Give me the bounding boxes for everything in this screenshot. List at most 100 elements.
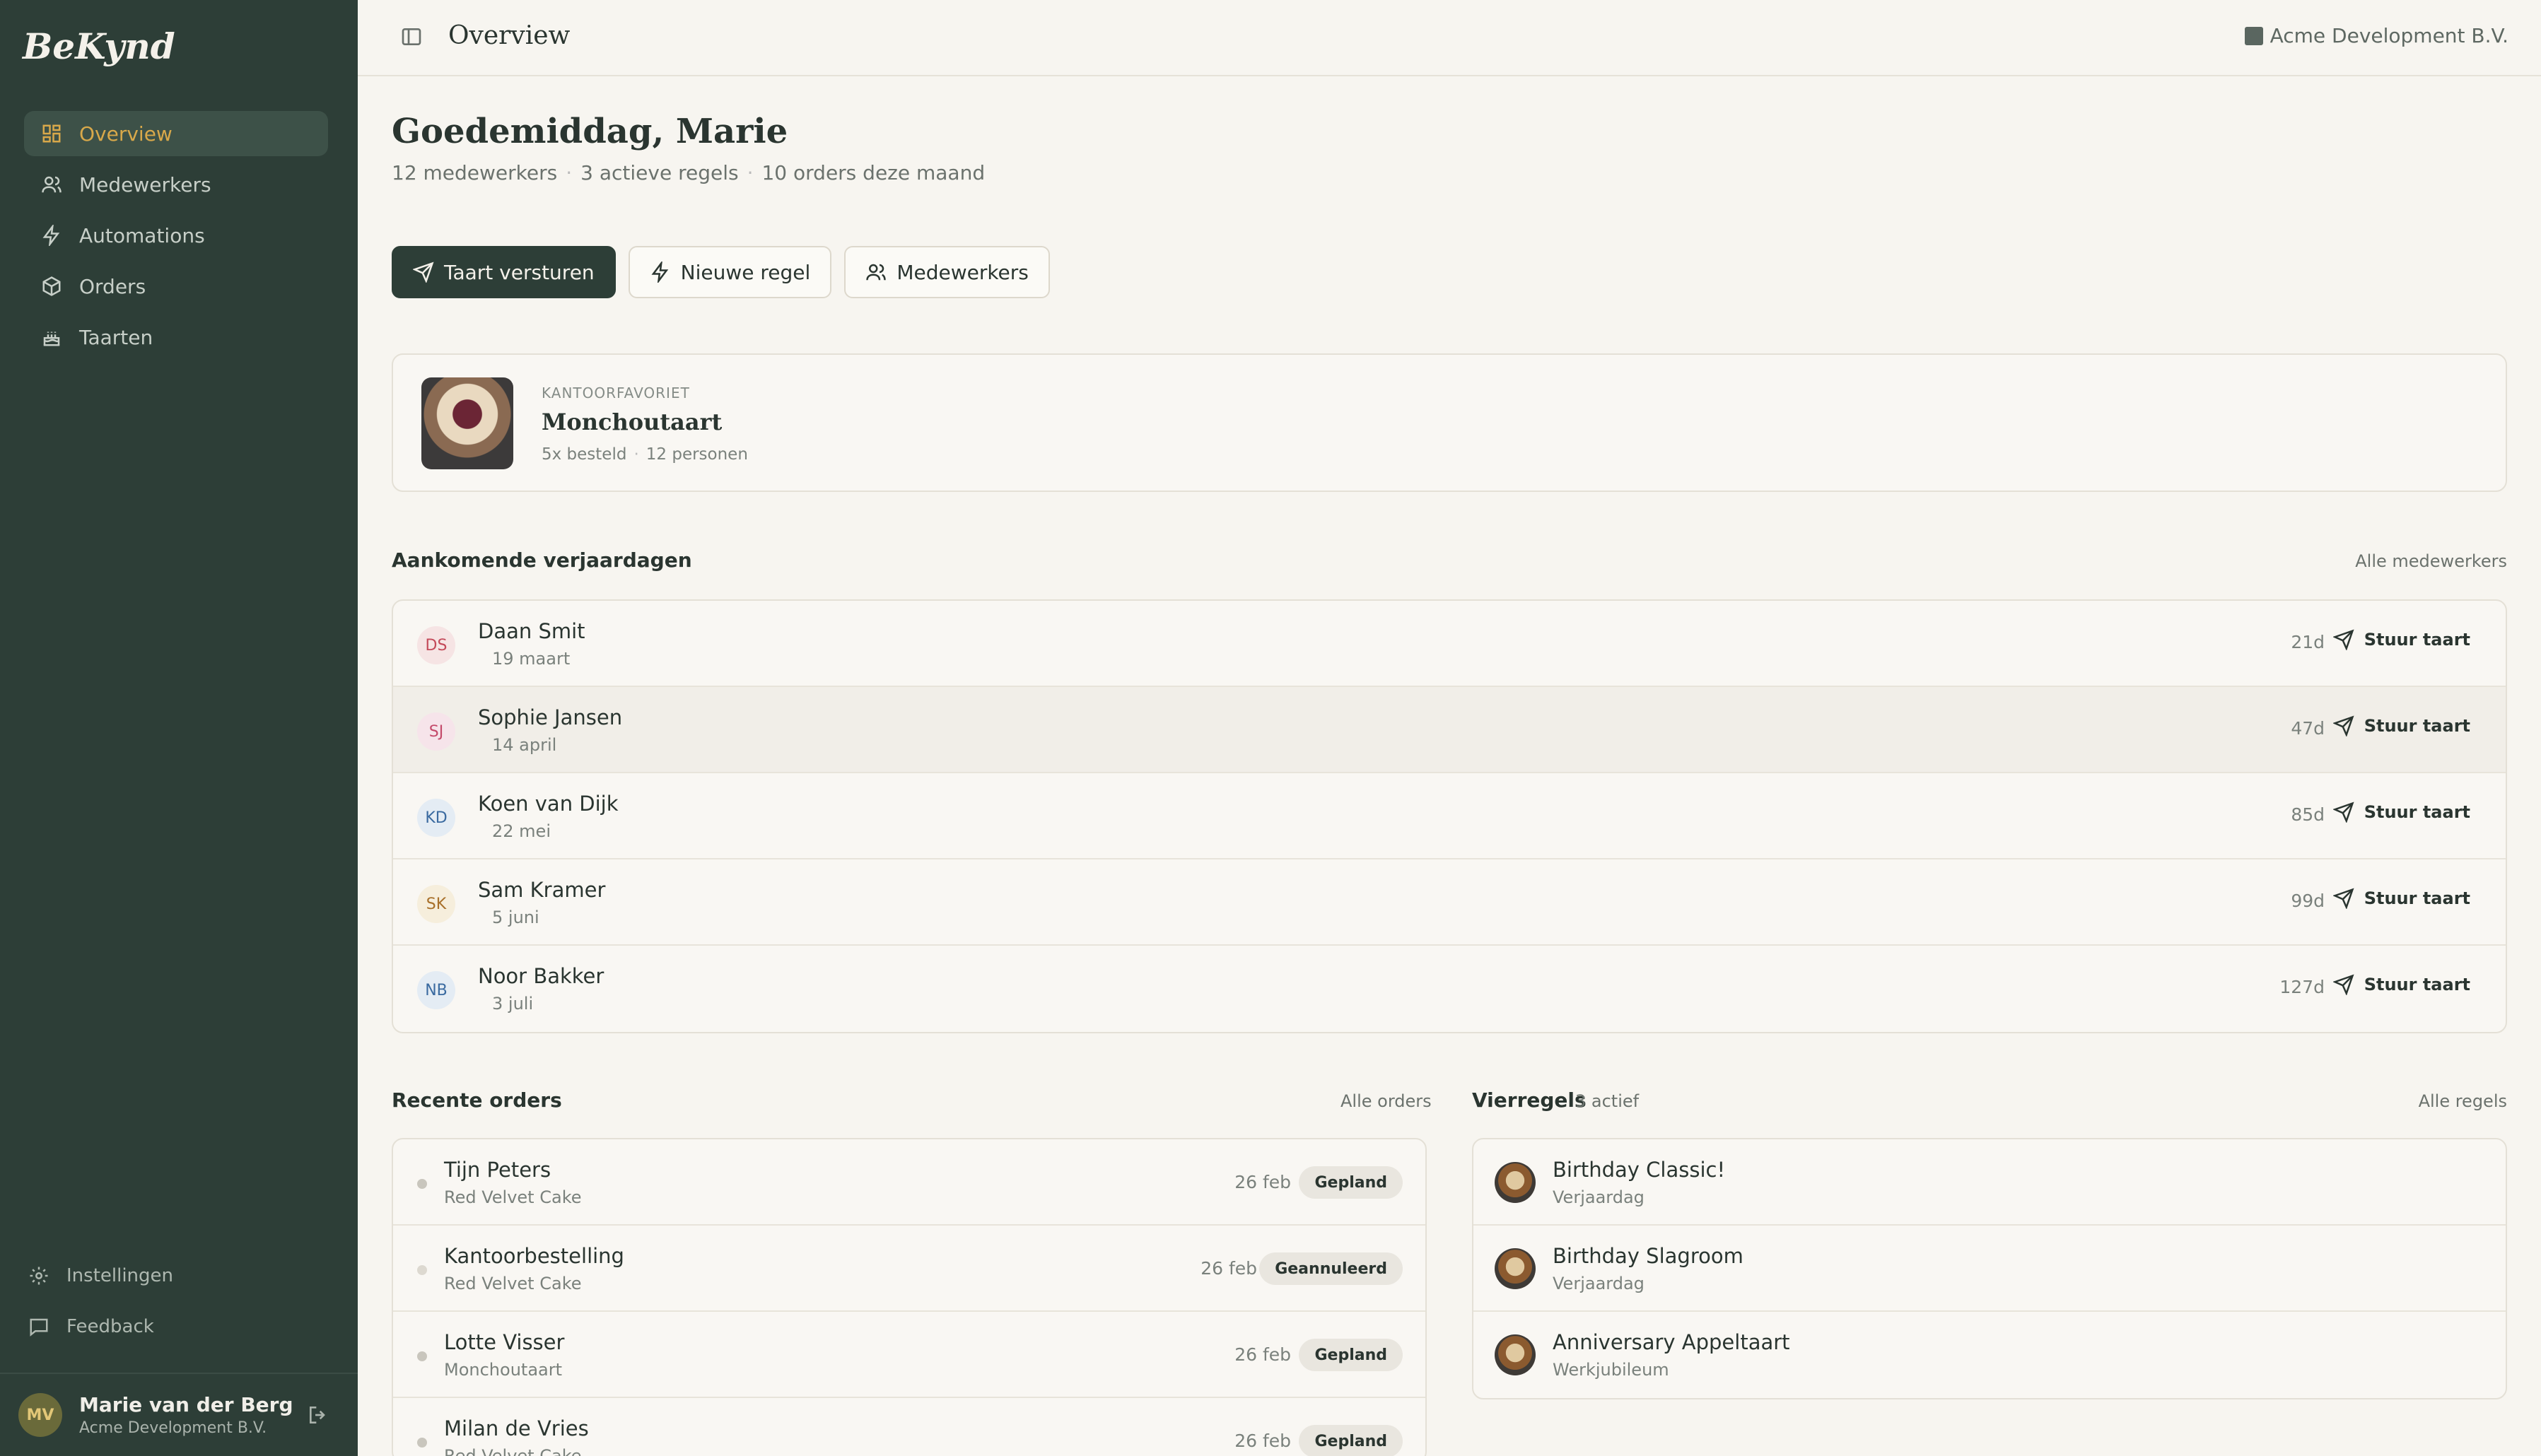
building-icon	[2244, 26, 2263, 45]
rule-type: Verjaardag	[1553, 1187, 1645, 1207]
separator: ·	[566, 161, 573, 184]
send-cake-button[interactable]: Stuur taart	[2332, 974, 2470, 995]
birthday-date: 19 maart	[492, 649, 571, 669]
user-profile[interactable]: MV Marie van der Berg Acme Development B…	[0, 1373, 358, 1456]
rule-name: Birthday Slagroom	[1553, 1244, 1743, 1268]
button-label: Medewerkers	[896, 260, 1029, 284]
button-label: Stuur taart	[2364, 802, 2470, 822]
new-rule-button[interactable]: Nieuwe regel	[628, 246, 832, 298]
order-date: 26 feb	[1234, 1344, 1291, 1365]
cake-image	[1495, 1248, 1536, 1289]
sidebar-item-automations[interactable]: Automations	[24, 213, 328, 258]
org-name: Acme Development B.V.	[2270, 24, 2508, 47]
table-row[interactable]: Lotte Visser Monchoutaart 26 feb Gepland	[393, 1312, 1425, 1398]
all-rules-link[interactable]: Alle regels	[2419, 1091, 2507, 1111]
list-item[interactable]: SJ Sophie Jansen 14 april 47d Stuur taar…	[393, 687, 2506, 773]
sidebar-item-medewerkers[interactable]: Medewerkers	[24, 162, 328, 207]
favorite-meta: 5x besteld · 12 personen	[542, 445, 748, 464]
sidebar-toggle-icon[interactable]	[400, 25, 423, 48]
birthday-date: 14 april	[492, 735, 557, 755]
order-name: Kantoorbestelling	[444, 1244, 624, 1268]
separator: ·	[633, 445, 639, 464]
status-dot	[417, 1351, 427, 1361]
table-row[interactable]: Kantoorbestelling Red Velvet Cake 26 feb…	[393, 1226, 1425, 1312]
avatar: MV	[18, 1393, 62, 1437]
user-org: Acme Development B.V.	[79, 1419, 267, 1437]
birthday-date: 3 juli	[492, 994, 534, 1014]
user-name: Marie van der Berg	[79, 1393, 293, 1416]
logout-icon[interactable]	[307, 1404, 329, 1426]
list-item[interactable]: SK Sam Kramer 5 juni 99d Stuur taart	[393, 859, 2506, 946]
sidebar-item-label: Orders	[79, 274, 146, 298]
sidebar-item-feedback[interactable]: Feedback	[28, 1305, 332, 1348]
button-label: Stuur taart	[2364, 630, 2470, 650]
all-orders-link[interactable]: Alle orders	[1340, 1091, 1432, 1111]
status-badge: Geannuleerd	[1259, 1252, 1403, 1285]
send-cake-button[interactable]: Stuur taart	[2332, 802, 2470, 823]
send-icon	[2332, 802, 2354, 823]
favorite-kicker: KANTOORFAVORIET	[542, 384, 690, 401]
sidebar: BeKynd Overview Medewerkers Automations …	[0, 0, 358, 1456]
employee-name: Sophie Jansen	[478, 705, 623, 729]
cake-image	[1495, 1162, 1536, 1203]
all-employees-link[interactable]: Alle medewerkers	[2355, 551, 2507, 571]
list-item[interactable]: Anniversary Appeltaart Werkjubileum	[1473, 1312, 2506, 1398]
users-icon	[42, 176, 62, 193]
send-icon	[2332, 715, 2354, 736]
sidebar-nav: Overview Medewerkers Automations Orders …	[24, 111, 328, 365]
rules-list: Birthday Classic! Verjaardag Birthday Sl…	[1472, 1138, 2507, 1399]
send-cake-button[interactable]: Stuur taart	[2332, 715, 2470, 736]
favorite-cake-card[interactable]: KANTOORFAVORIET Monchoutaart 5x besteld ·…	[392, 353, 2507, 492]
employee-name: Daan Smit	[478, 619, 585, 643]
box-icon	[42, 276, 61, 296]
message-icon	[30, 1318, 48, 1337]
org-switcher[interactable]: Acme Development B.V.	[2244, 24, 2508, 47]
app-logo[interactable]: BeKynd	[23, 25, 175, 67]
sidebar-item-taarten[interactable]: Taarten	[24, 315, 328, 360]
birthday-list: DS Daan Smit 19 maart 21d Stuur taart SJ…	[392, 599, 2507, 1033]
greeting: Goedemiddag, Marie	[392, 112, 788, 151]
list-item[interactable]: Birthday Slagroom Verjaardag	[1473, 1226, 2506, 1312]
grid-icon	[42, 124, 61, 143]
order-cake: Monchoutaart	[444, 1360, 563, 1380]
cake-icon	[43, 331, 60, 346]
order-date: 26 feb	[1201, 1258, 1257, 1279]
sidebar-item-orders[interactable]: Orders	[24, 264, 328, 309]
list-item[interactable]: Birthday Classic! Verjaardag	[1473, 1139, 2506, 1226]
rule-name: Anniversary Appeltaart	[1553, 1330, 1790, 1354]
send-cake-button[interactable]: Taart versturen	[392, 246, 616, 298]
list-item[interactable]: NB Noor Bakker 3 juli 127d Stuur taart	[393, 946, 2506, 1032]
sidebar-item-overview[interactable]: Overview	[24, 111, 328, 156]
list-item[interactable]: DS Daan Smit 19 maart 21d Stuur taart	[393, 601, 2506, 687]
user-info: Marie van der Berg Acme Development B.V.	[79, 1393, 293, 1437]
employee-name: Koen van Dijk	[478, 792, 619, 816]
send-icon	[2332, 888, 2354, 909]
rules-title: Vierregels	[1472, 1088, 1587, 1112]
orders-title: Recente orders	[392, 1088, 562, 1112]
users-icon	[866, 264, 887, 281]
favorite-name: Monchoutaart	[542, 409, 723, 435]
days-until: 127d	[2279, 977, 2325, 997]
sidebar-item-label: Taarten	[79, 325, 153, 349]
send-cake-button[interactable]: Stuur taart	[2332, 629, 2470, 650]
button-label: Stuur taart	[2364, 888, 2470, 908]
avatar: KD	[417, 799, 455, 837]
employee-name: Noor Bakker	[478, 964, 604, 988]
employees-button[interactable]: Medewerkers	[844, 246, 1050, 298]
send-cake-button[interactable]: Stuur taart	[2332, 888, 2470, 909]
list-item[interactable]: KD Koen van Dijk 22 mei 85d Stuur taart	[393, 773, 2506, 859]
table-row[interactable]: Milan de Vries Red Velvet Cake 26 feb Ge…	[393, 1398, 1425, 1456]
status-badge: Gepland	[1299, 1425, 1403, 1456]
order-date: 26 feb	[1234, 1172, 1291, 1192]
avatar: SJ	[417, 712, 455, 751]
gear-icon	[30, 1267, 48, 1285]
sidebar-item-instellingen[interactable]: Instellingen	[28, 1255, 332, 1297]
stat-orders: 10 orders deze maand	[761, 161, 986, 184]
rule-type: Verjaardag	[1553, 1274, 1645, 1293]
table-row[interactable]: Tijn Peters Red Velvet Cake 26 feb Gepla…	[393, 1139, 1425, 1226]
orders-list: Tijn Peters Red Velvet Cake 26 feb Gepla…	[392, 1138, 1427, 1456]
stat-rules: 3 actieve regels	[580, 161, 739, 184]
send-icon	[2332, 629, 2354, 650]
page-title: Overview	[448, 21, 571, 50]
status-dot	[417, 1265, 427, 1275]
